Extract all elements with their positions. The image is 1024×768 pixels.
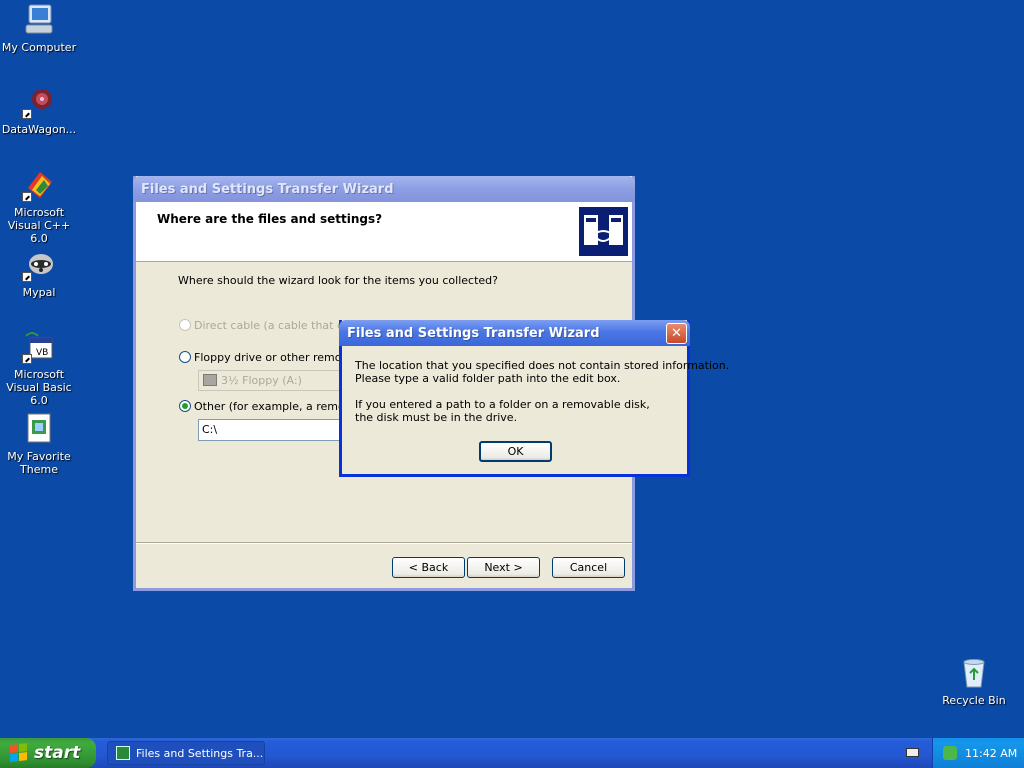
desktop-icon-mypal[interactable]: Mypal (0, 248, 78, 299)
ok-button[interactable]: OK (479, 441, 552, 462)
shortcut-arrow-icon (22, 354, 32, 364)
network-icon[interactable] (943, 746, 957, 760)
cancel-button[interactable]: Cancel (552, 557, 625, 578)
folder-path-input[interactable]: C:\ (198, 419, 343, 441)
taskbar-item-transfer-wizard[interactable]: Files and Settings Tra... (107, 741, 265, 765)
dialog-message-line-2: Please type a valid folder path into the… (355, 372, 621, 385)
wizard-separator (136, 542, 632, 544)
wizard-title: Files and Settings Transfer Wizard (141, 181, 394, 197)
desktop-icon-label: DataWagon... (1, 123, 77, 136)
desktop-icon-label: My Computer (1, 41, 77, 54)
start-label: start (34, 743, 81, 763)
dialog-message-line-4: the disk must be in the drive. (355, 411, 518, 424)
clock[interactable]: 11:42 AM (965, 747, 1017, 760)
shortcut-arrow-icon (22, 272, 32, 282)
keyboard-icon[interactable] (906, 748, 919, 757)
theme-file-icon (22, 412, 56, 446)
visual-basic-icon: VB (22, 330, 56, 364)
transfer-computers-icon (584, 215, 623, 245)
error-dialog: Files and Settings Transfer Wizard ✕ The… (339, 320, 729, 477)
taskbar-item-label: Files and Settings Tra... (136, 746, 264, 760)
desktop-icon-label: Mypal (22, 286, 56, 299)
floppy-drive-select[interactable]: 3½ Floppy (A:) (198, 370, 343, 391)
floppy-drive-radio[interactable] (179, 351, 191, 363)
wizard-titlebar[interactable]: Files and Settings Transfer Wizard (133, 176, 635, 202)
back-button[interactable]: < Back (392, 557, 465, 578)
recycle-bin-icon (957, 656, 991, 690)
svg-text:VB: VB (36, 348, 48, 358)
mypal-icon (22, 248, 56, 282)
wizard-header-icon (579, 207, 628, 256)
desktop-icon-recycle-bin[interactable]: Recycle Bin (935, 656, 1013, 707)
shortcut-arrow-icon (22, 109, 32, 119)
wizard-question: Where should the wizard look for the ite… (178, 274, 498, 287)
dialog-message-line-1: The location that you specified does not… (355, 359, 730, 372)
other-location-radio[interactable] (179, 400, 191, 412)
desktop-icon-my-favorite-theme[interactable]: My Favorite Theme (0, 412, 78, 476)
dialog-message-line-3: If you entered a path to a folder on a r… (355, 398, 650, 411)
desktop-icon-my-computer[interactable]: My Computer (0, 3, 78, 54)
desktop-icon-datawagon[interactable]: DataWagon... (0, 85, 78, 136)
dialog-title: Files and Settings Transfer Wizard (347, 325, 600, 341)
computer-icon (22, 3, 56, 37)
shortcut-arrow-icon (22, 192, 32, 202)
desktop-icon-label: Microsoft Visual C++ 6.0 (7, 206, 71, 245)
folder-path-value: C:\ (202, 423, 218, 436)
windows-logo-icon (10, 743, 28, 763)
taskbar: start Files and Settings Tra... 11:42 AM (0, 738, 1024, 768)
system-tray: 11:42 AM (932, 738, 1024, 768)
next-button[interactable]: Next > (467, 557, 540, 578)
wizard-header-title: Where are the files and settings? (157, 212, 383, 226)
dialog-titlebar[interactable]: Files and Settings Transfer Wizard ✕ (339, 320, 690, 346)
desktop-icon-visual-basic[interactable]: VB Microsoft Visual Basic 6.0 (0, 330, 78, 407)
transfer-wizard-small-icon (116, 746, 130, 760)
desktop-icon-label: Recycle Bin (942, 694, 1006, 707)
datawagon-icon (22, 85, 56, 119)
desktop-icon-visual-cpp[interactable]: Microsoft Visual C++ 6.0 (0, 168, 78, 245)
desktop-icon-label: My Favorite Theme (7, 450, 71, 476)
desktop-icon-label: Microsoft Visual Basic 6.0 (6, 368, 72, 407)
floppy-drive-icon (203, 374, 217, 386)
direct-cable-radio[interactable] (179, 319, 191, 331)
visual-cpp-icon (22, 168, 56, 202)
close-icon[interactable]: ✕ (666, 322, 687, 344)
floppy-drive-value: 3½ Floppy (A:) (221, 374, 302, 387)
wizard-header: Where are the files and settings? (136, 202, 632, 262)
start-button[interactable]: start (0, 738, 96, 768)
